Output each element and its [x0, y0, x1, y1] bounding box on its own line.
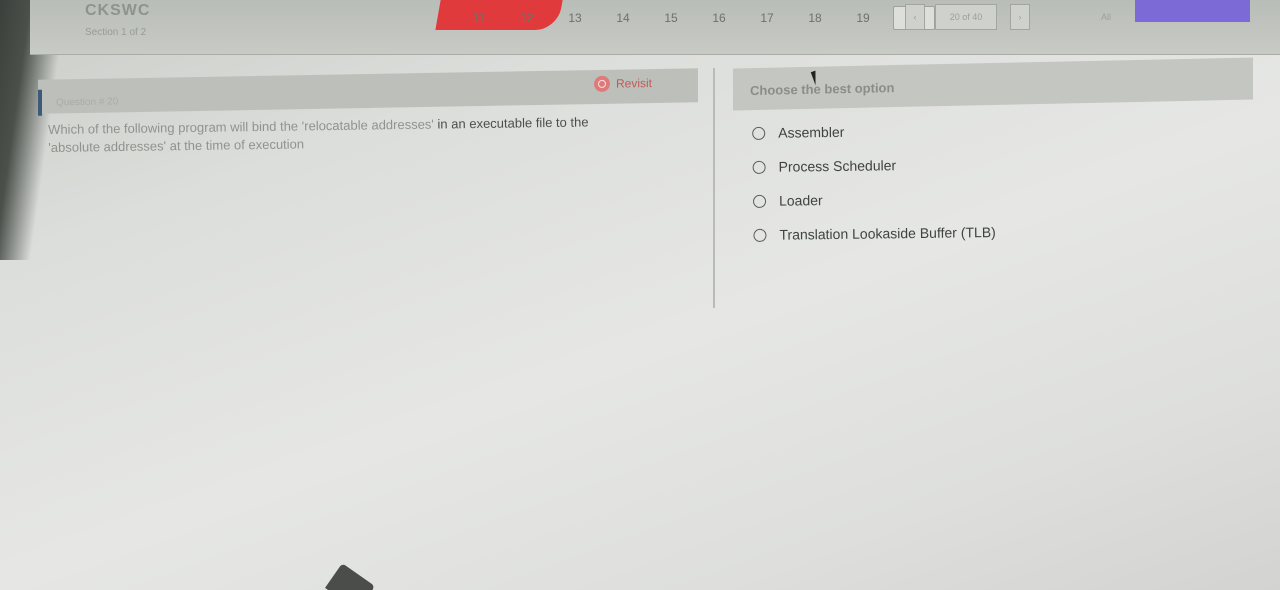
- brand-logo: CKSWC: [85, 2, 151, 19]
- option-label: Translation Lookaside Buffer (TLB): [779, 224, 996, 243]
- question-navigator: 11 12 13 14 15 16 17 18 19 20: [455, 6, 935, 30]
- question-bar-accent: [38, 89, 42, 116]
- options-list: Assembler Process Scheduler Loader Trans…: [752, 113, 996, 252]
- options-title: Choose the best option: [750, 80, 895, 99]
- stylus-tip: [325, 563, 375, 590]
- option-tlb[interactable]: Translation Lookaside Buffer (TLB): [753, 215, 996, 252]
- all-questions-button[interactable]: All: [1080, 4, 1132, 30]
- page-indicator: 20 of 40: [935, 4, 997, 30]
- question-nav-13[interactable]: 13: [551, 11, 599, 25]
- radio-button[interactable]: [752, 126, 766, 140]
- prev-page-button[interactable]: ‹: [905, 4, 925, 30]
- revisit-button[interactable]: Revisit: [594, 75, 653, 93]
- question-nav-19[interactable]: 19: [839, 11, 887, 25]
- option-label: Assembler: [778, 123, 845, 141]
- question-nav-15[interactable]: 15: [647, 11, 695, 25]
- radio-button[interactable]: [752, 160, 766, 174]
- radio-button[interactable]: [753, 228, 767, 242]
- question-nav-11[interactable]: 11: [455, 11, 503, 25]
- question-nav-16[interactable]: 16: [695, 11, 743, 25]
- option-assembler[interactable]: Assembler: [752, 113, 995, 150]
- question-header-bar: Question # 20 Revisit: [38, 68, 698, 116]
- question-nav-17[interactable]: 17: [743, 11, 791, 25]
- question-nav-18[interactable]: 18: [791, 11, 839, 25]
- options-header-bar: Choose the best option: [733, 57, 1253, 111]
- revisit-icon: [594, 75, 610, 93]
- next-page-button[interactable]: ›: [1010, 4, 1030, 30]
- radio-button[interactable]: [752, 194, 767, 208]
- question-nav-12[interactable]: 12: [503, 11, 551, 25]
- question-number-label: Question # 20: [56, 96, 119, 109]
- question-text-part-2: in an executable file to the: [433, 114, 589, 132]
- option-label: Process Scheduler: [778, 157, 897, 175]
- option-process-scheduler[interactable]: Process Scheduler: [752, 147, 995, 184]
- panel-divider: [713, 68, 715, 308]
- revisit-label: Revisit: [616, 76, 653, 91]
- section-label: Section 1 of 2: [85, 27, 147, 38]
- question-text-part-3: 'absolute addresses' at the time of exec…: [48, 136, 305, 155]
- question-text: Which of the following program will bind…: [48, 112, 708, 157]
- option-label: Loader: [778, 192, 823, 209]
- option-loader[interactable]: Loader: [752, 181, 996, 218]
- question-nav-14[interactable]: 14: [599, 11, 647, 25]
- question-text-part-1: Which of the following program will bind…: [48, 116, 434, 137]
- header-purple-strip: [1135, 0, 1250, 22]
